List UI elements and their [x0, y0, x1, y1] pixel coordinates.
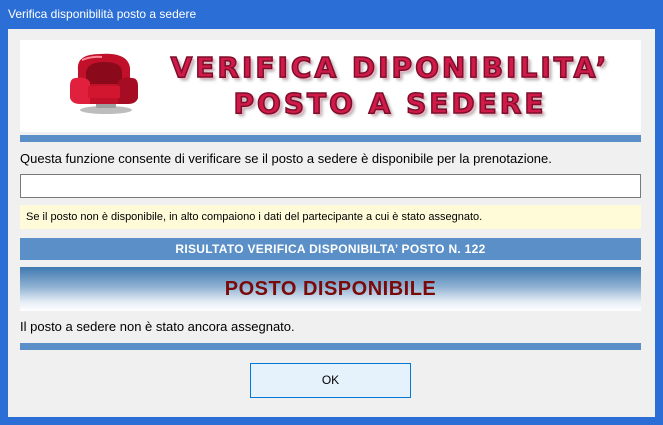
dialog-client-area: VERIFICA DIPONIBILITA’ POSTO A SEDERE Qu…	[8, 29, 655, 417]
assignment-status-text: Il posto a sedere non è stato ancora ass…	[20, 319, 295, 334]
description-text: Questa funzione consente di verificare s…	[20, 151, 552, 166]
banner-title-line1: VERIFICA DIPONIBILITA’	[170, 50, 610, 85]
banner-title-line2: POSTO A SEDERE	[233, 86, 547, 121]
separator-bar-top	[20, 135, 641, 142]
info-note: Se il posto non è disponibile, in alto c…	[20, 205, 641, 229]
dialog-window: Verifica disponibilità posto a sedere VE…	[0, 0, 663, 425]
separator-bar-bottom	[20, 343, 641, 350]
window-title: Verifica disponibilità posto a sedere	[0, 0, 663, 28]
availability-status-title: POSTO DISPONIBILE	[224, 278, 437, 300]
availability-status-box: POSTO DISPONIBILE	[20, 267, 641, 311]
armchair-icon	[70, 53, 138, 114]
result-header: RISULTATO VERIFICA DISPONIBILTA’ POSTO N…	[20, 238, 641, 260]
ok-button[interactable]: OK	[250, 363, 411, 398]
banner-title: VERIFICA DIPONIBILITA’ POSTO A SEDERE	[155, 50, 625, 122]
seat-number-input[interactable]	[20, 174, 641, 198]
header-banner: VERIFICA DIPONIBILITA’ POSTO A SEDERE	[20, 40, 641, 132]
